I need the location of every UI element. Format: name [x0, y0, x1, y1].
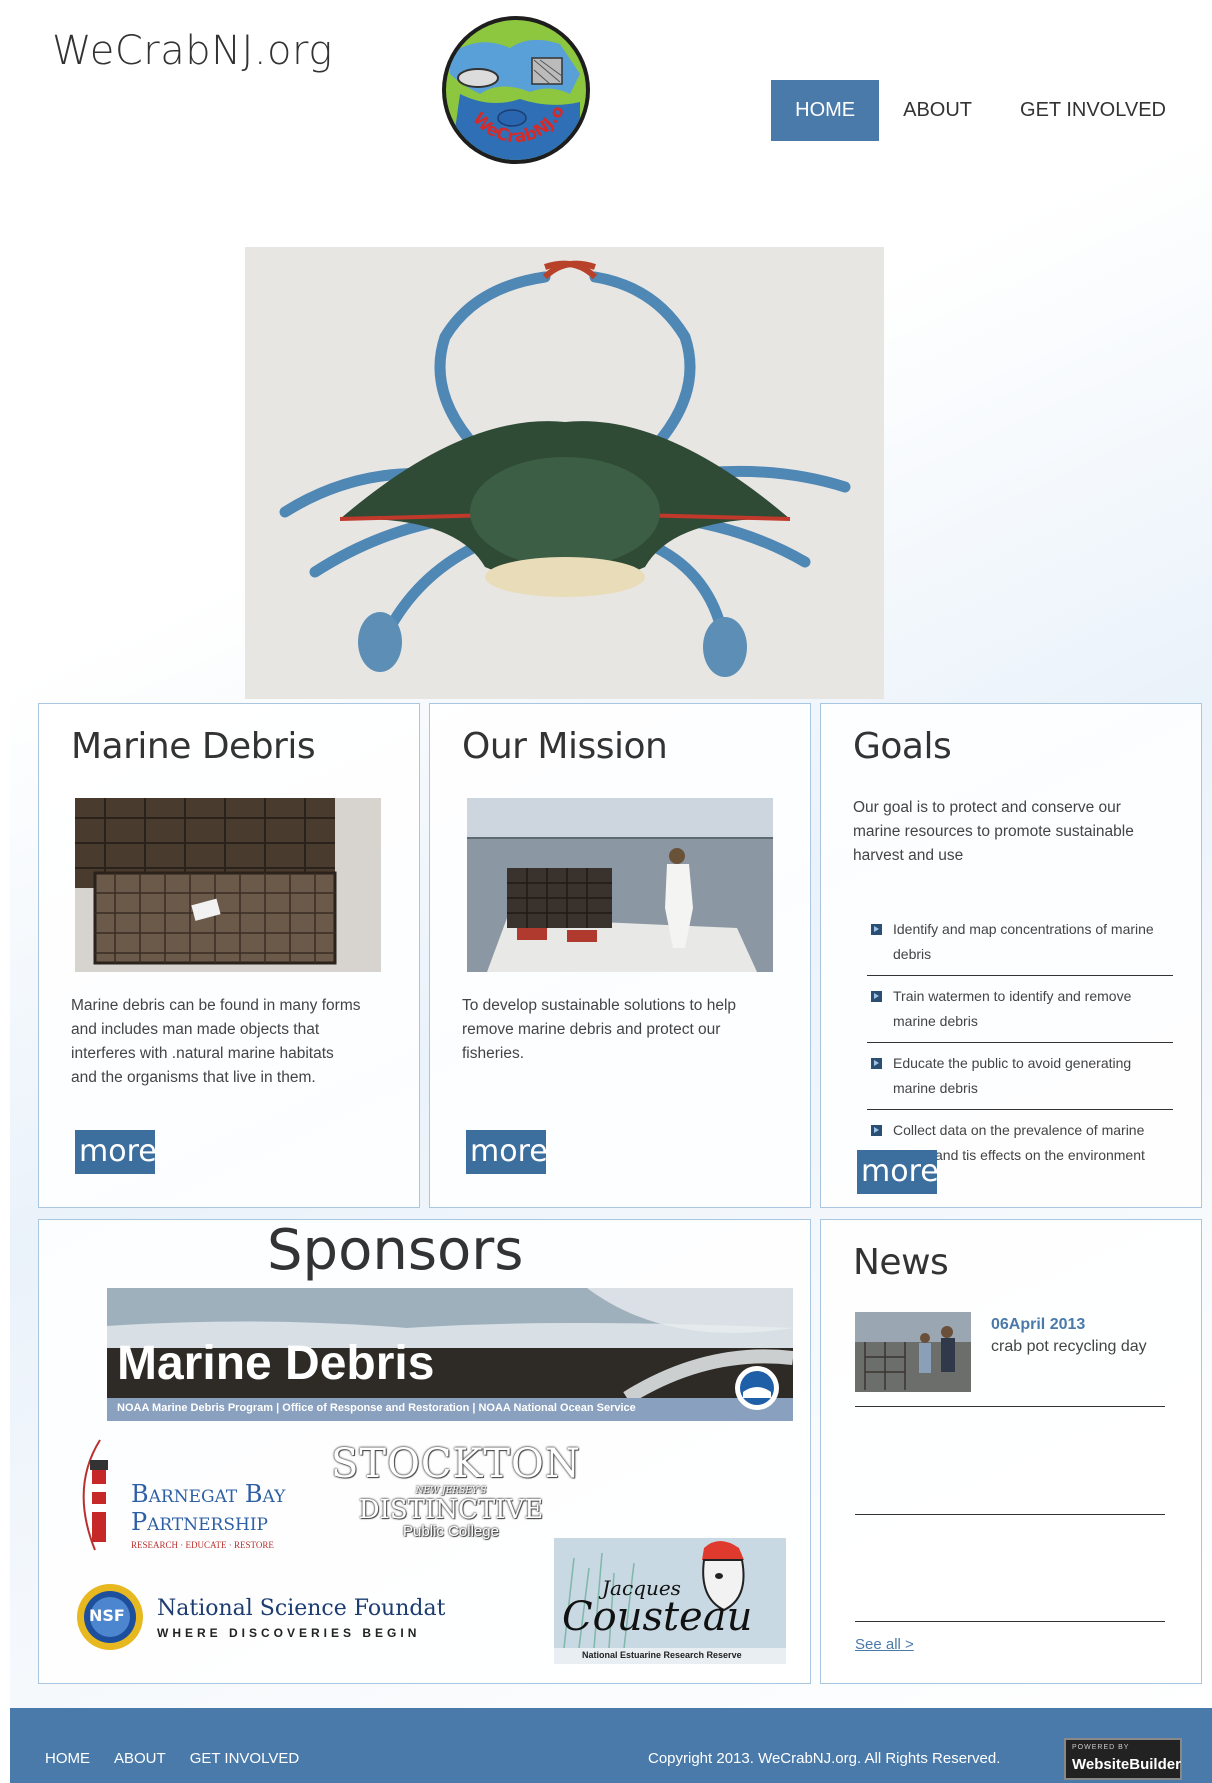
- footer: HOME ABOUT GET INVOLVED Copyright 2013. …: [10, 1708, 1212, 1783]
- bullet-icon: [871, 1125, 882, 1136]
- nav-home[interactable]: HOME: [771, 80, 880, 141]
- goals-list-item: Train watermen to identify and remove ma…: [867, 976, 1173, 1043]
- marine-debris-title: Marine Debris: [71, 726, 316, 767]
- goals-list-item: Educate the public to avoid generating m…: [867, 1043, 1173, 1110]
- stockton-sub2: DISTINCTIVE: [358, 1495, 544, 1525]
- main-nav: HOME ABOUT GET INVOLVED: [771, 80, 1190, 141]
- nsf-tagline: WHERE DISCOVERIES BEGIN: [157, 1626, 421, 1640]
- marine-debris-card: Marine Debris Marine debris can be found…: [38, 703, 420, 1208]
- stockton-logo[interactable]: STOCKTON NEW JERSEY'S DISTINCTIVE Public…: [331, 1441, 581, 1546]
- noaa-marine-debris-banner[interactable]: Marine Debris NOAA Marine Debris Program…: [107, 1288, 793, 1421]
- badge-small-text: POWERED BY: [1072, 1744, 1130, 1751]
- news-divider: [855, 1621, 1165, 1622]
- mission-more-button[interactable]: more: [466, 1130, 548, 1174]
- marine-debris-more-button[interactable]: more: [75, 1130, 157, 1174]
- website-builder-badge[interactable]: POWERED BY WebsiteBuilder: [1064, 1738, 1182, 1780]
- sponsors-title: Sponsors: [267, 1218, 524, 1283]
- news-see-all-link[interactable]: See all >: [855, 1636, 914, 1653]
- barnegat-tagline: RESEARCH · EDUCATE · RESTORE: [131, 1540, 274, 1550]
- site-logo[interactable]: WeCrabNJ.org: [434, 0, 592, 166]
- hero-crab-image: [245, 247, 884, 699]
- footer-nav-home[interactable]: HOME: [45, 1750, 90, 1767]
- bullet-icon: [871, 924, 882, 935]
- goals-more-button[interactable]: more: [857, 1150, 939, 1194]
- nsf-name: National Science Foundation: [157, 1596, 445, 1621]
- noaa-banner-caption: NOAA Marine Debris Program | Office of R…: [117, 1402, 636, 1414]
- barnegat-line1: Barnegat Bay: [131, 1480, 286, 1508]
- noaa-banner-title: Marine Debris: [117, 1337, 435, 1390]
- cousteau-line2: Cousteau: [562, 1594, 753, 1640]
- mission-title: Our Mission: [462, 726, 668, 767]
- nsf-badge-text: NSF: [89, 1606, 125, 1625]
- footer-nav: HOME ABOUT GET INVOLVED: [45, 1750, 299, 1767]
- bullet-icon: [871, 1058, 882, 1069]
- sponsors-card: Sponsors Marine Debris NOAA Marine Debri…: [38, 1218, 811, 1684]
- cousteau-caption: National Estuarine Research Reserve: [582, 1650, 742, 1660]
- goals-intro-text: Our goal is to protect and conserve our …: [853, 799, 1134, 864]
- marine-debris-photo: [75, 798, 381, 972]
- barnegat-line2: Partnership: [131, 1508, 268, 1536]
- footer-nav-about[interactable]: ABOUT: [114, 1750, 166, 1767]
- news-title: News: [853, 1242, 949, 1283]
- footer-nav-get-involved[interactable]: GET INVOLVED: [190, 1750, 299, 1767]
- nav-about[interactable]: ABOUT: [879, 80, 996, 141]
- footer-copyright: Copyright 2013. WeCrabNJ.org. All Rights…: [648, 1750, 1001, 1767]
- news-item-thumbnail[interactable]: [855, 1312, 971, 1392]
- goals-card: Goals Our goal is to protect and conserv…: [820, 703, 1202, 1208]
- jacques-cousteau-logo[interactable]: Jacques Cousteau National Estuarine Rese…: [554, 1538, 786, 1664]
- news-card: News 06April 2013 crab pot recycling day…: [820, 1219, 1202, 1684]
- news-item-title[interactable]: crab pot recycling day: [991, 1338, 1171, 1356]
- goals-list-item: Identify and map concentrations of marin…: [867, 909, 1173, 976]
- barnegat-bay-partnership-logo[interactable]: Barnegat Bay Partnership RESEARCH · EDUC…: [75, 1438, 320, 1556]
- marine-debris-text: Marine debris can be found in many forms…: [71, 997, 361, 1086]
- news-item[interactable]: 06April 2013 crab pot recycling day: [991, 1316, 1171, 1356]
- news-divider: [855, 1514, 1165, 1515]
- stockton-name: STOCKTON: [331, 1441, 581, 1487]
- nsf-logo[interactable]: NSF National Science Foundation WHERE DI…: [75, 1582, 445, 1654]
- bullet-icon: [871, 991, 882, 1002]
- goals-title: Goals: [853, 726, 952, 767]
- nav-get-involved[interactable]: GET INVOLVED: [996, 80, 1190, 141]
- mission-card: Our Mission To develop sustainable solut…: [429, 703, 811, 1208]
- news-divider: [855, 1406, 1165, 1407]
- goals-list: Identify and map concentrations of marin…: [867, 909, 1173, 1176]
- site-title[interactable]: WeCrabNJ.org: [52, 28, 333, 74]
- news-item-date: 06April 2013: [991, 1316, 1086, 1333]
- mission-photo: [467, 798, 773, 972]
- stockton-sub3: Public College: [403, 1523, 499, 1540]
- mission-text: To develop sustainable solutions to help…: [462, 997, 737, 1062]
- badge-big-text: WebsiteBuilder: [1072, 1756, 1181, 1773]
